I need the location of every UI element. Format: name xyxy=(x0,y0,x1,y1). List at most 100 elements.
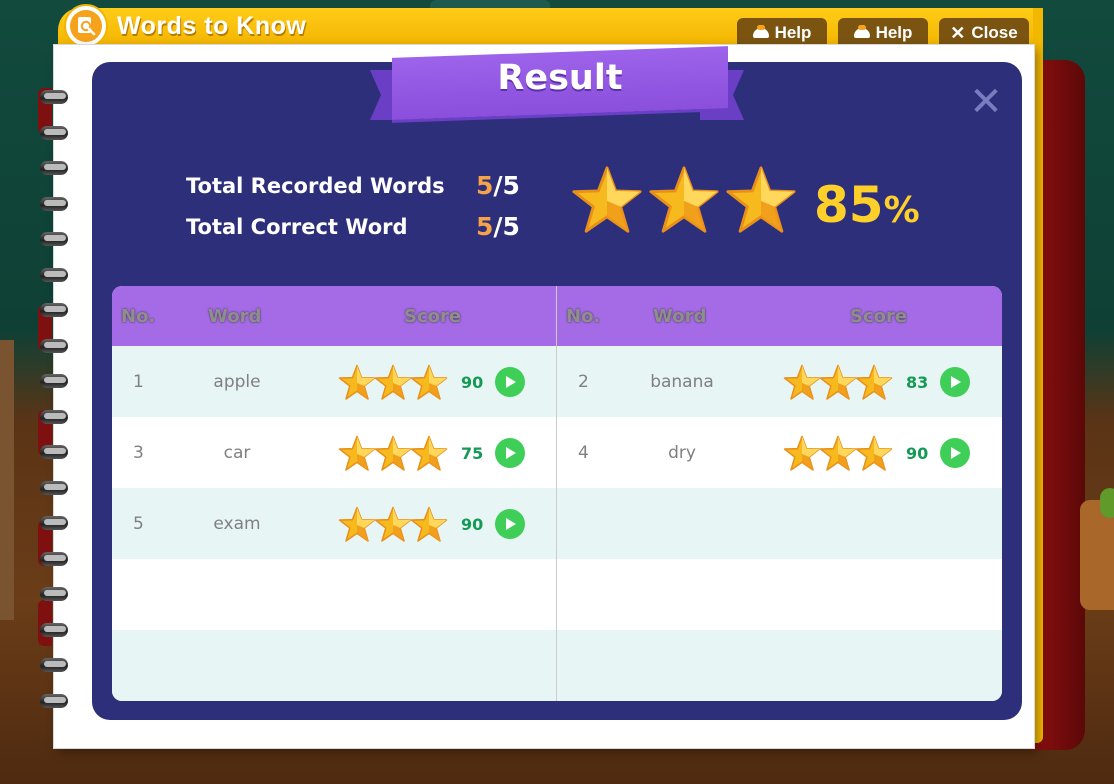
star-icon xyxy=(338,435,376,477)
star-icon xyxy=(374,506,412,548)
row-word: dry xyxy=(668,443,696,463)
spiral-ring xyxy=(40,445,68,459)
row-star-rating xyxy=(783,364,895,404)
star-icon xyxy=(855,435,893,477)
star-icon xyxy=(410,435,448,477)
close-dialog-button[interactable]: ✕ xyxy=(968,82,1004,122)
table-row-band xyxy=(112,559,1002,630)
app-logo-icon xyxy=(64,4,108,48)
row-number: 4 xyxy=(578,443,589,463)
spiral-ring xyxy=(40,516,68,530)
star-icon xyxy=(783,435,821,477)
header-word-left: Word xyxy=(208,306,262,327)
row-word: exam xyxy=(213,514,261,534)
play-icon xyxy=(506,447,516,459)
percent-unit: % xyxy=(883,190,920,231)
star-icon xyxy=(338,364,376,406)
star-icon xyxy=(410,364,448,406)
star-icon xyxy=(338,506,376,548)
header-score-left: Score xyxy=(404,306,462,327)
background-decor-left xyxy=(0,340,14,620)
star-icon xyxy=(648,165,720,237)
row-score: 90 xyxy=(461,515,484,534)
spiral-ring xyxy=(40,125,68,140)
help-button[interactable]: Help xyxy=(737,18,827,48)
spiral-ring xyxy=(40,196,68,211)
total-recorded-total: /5 xyxy=(493,171,520,200)
row-score: 83 xyxy=(906,373,929,392)
close-window-button[interactable]: ✕ Close xyxy=(939,18,1029,48)
row-word: banana xyxy=(650,372,714,392)
total-correct-label: Total Correct Word xyxy=(186,215,408,239)
spiral-ring xyxy=(40,551,68,566)
row-score: 90 xyxy=(906,444,929,463)
help-button-label: Help xyxy=(875,23,913,42)
background-plant xyxy=(1100,488,1114,518)
help-icon xyxy=(752,25,769,38)
play-icon xyxy=(506,518,516,530)
total-recorded-value: 5/5 xyxy=(476,171,520,200)
overall-percentage: 85% xyxy=(814,176,920,234)
play-icon xyxy=(951,447,961,459)
total-correct-total: /5 xyxy=(493,212,520,241)
close-button-label: Close xyxy=(971,23,1018,42)
row-number: 5 xyxy=(133,514,144,534)
header-no-right: No. xyxy=(566,306,601,327)
overall-percentage-value: 85 xyxy=(814,176,884,234)
star-icon xyxy=(571,165,643,237)
window-side-edge xyxy=(1033,8,1043,743)
star-icon xyxy=(374,364,412,406)
play-recording-button[interactable] xyxy=(940,367,970,397)
play-recording-button[interactable] xyxy=(940,438,970,468)
row-number: 1 xyxy=(133,372,144,392)
spiral-ring xyxy=(40,409,68,424)
star-icon xyxy=(855,364,893,406)
row-score: 75 xyxy=(461,444,484,463)
close-icon: ✕ xyxy=(950,22,966,43)
results-table: No. Word Score No. Word Score 1 apple 90 2 b… xyxy=(112,286,1002,701)
close-x-icon: ✕ xyxy=(969,79,1003,125)
row-number: 2 xyxy=(578,372,589,392)
window-title: Words to Know xyxy=(117,12,307,40)
row-score: 90 xyxy=(461,373,484,392)
star-icon xyxy=(819,435,857,477)
spiral-ring xyxy=(40,658,68,672)
spiral-ring xyxy=(40,480,68,495)
spiral-ring xyxy=(40,161,68,175)
total-correct-count: 5 xyxy=(476,212,494,241)
column-divider xyxy=(556,286,557,701)
star-icon xyxy=(819,364,857,406)
star-icon xyxy=(374,435,412,477)
spiral-ring xyxy=(40,232,68,246)
header-word-right: Word xyxy=(653,306,707,327)
row-word: car xyxy=(223,443,251,463)
star-icon xyxy=(410,506,448,548)
play-recording-button[interactable] xyxy=(495,509,525,539)
spiral-ring xyxy=(40,90,68,104)
play-recording-button[interactable] xyxy=(495,438,525,468)
play-recording-button[interactable] xyxy=(495,367,525,397)
spiral-ring xyxy=(40,622,68,637)
total-recorded-count: 5 xyxy=(476,171,494,200)
spiral-ring xyxy=(40,267,68,282)
row-star-rating xyxy=(783,435,895,475)
total-correct-value: 5/5 xyxy=(476,212,520,241)
play-icon xyxy=(506,376,516,388)
row-star-rating xyxy=(338,506,450,546)
row-number: 3 xyxy=(133,443,144,463)
result-banner-title: Result xyxy=(497,58,623,98)
star-icon xyxy=(725,165,797,237)
spiral-ring xyxy=(40,338,68,353)
help-icon xyxy=(853,25,870,38)
header-no-left: No. xyxy=(121,306,156,327)
spiral-ring xyxy=(40,303,68,317)
row-star-rating xyxy=(338,364,450,404)
spiral-ring xyxy=(40,374,68,388)
spiral-ring xyxy=(40,587,68,601)
play-icon xyxy=(951,376,961,388)
star-icon xyxy=(783,364,821,406)
table-header: No. Word Score No. Word Score xyxy=(112,286,1002,346)
help-button-2[interactable]: Help xyxy=(838,18,928,48)
help-button-label: Help xyxy=(774,23,812,42)
spiral-ring xyxy=(40,693,68,708)
